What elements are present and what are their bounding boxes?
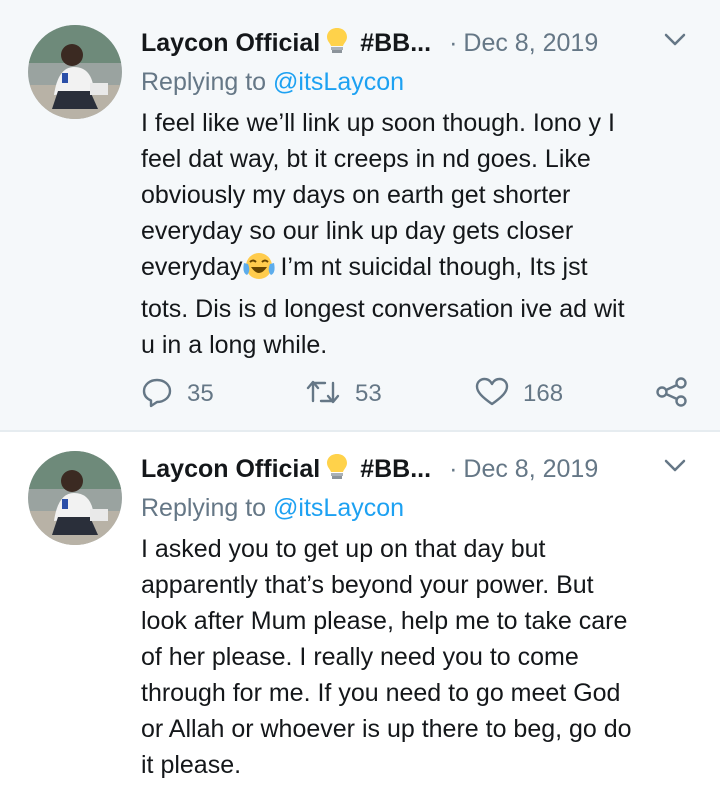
lightbulb-icon <box>326 27 348 60</box>
retweet-count: 53 <box>355 380 382 407</box>
reply-count: 35 <box>187 380 214 407</box>
tweet-text: I asked you to get up on that day but ap… <box>141 531 701 783</box>
like-count: 168 <box>523 380 564 407</box>
tweet-date[interactable]: Dec 8, 2019 <box>463 29 598 58</box>
chevron-down-icon[interactable] <box>663 458 687 479</box>
replying-prefix: Replying to <box>141 68 267 96</box>
share-button[interactable] <box>655 372 689 416</box>
tweet-text-line: it please. <box>141 751 242 779</box>
tweet[interactable]: Laycon Official #BB... · Dec 8, 2019 Rep… <box>0 432 720 798</box>
tweet-text-line: apparently that’s beyond your power. But <box>141 571 594 599</box>
reply-handle-link[interactable]: @itsLaycon <box>273 68 404 96</box>
tweet[interactable]: Laycon Official #BB... · Dec 8, 2019 Rep… <box>0 0 720 430</box>
retweet-button[interactable]: 53 <box>305 372 382 416</box>
tweet-text-line: or Allah or whoever is up there to beg, … <box>141 715 632 743</box>
tweet-text-line: I asked you to get up on that day but <box>141 535 546 563</box>
lightbulb-icon <box>326 453 348 486</box>
tweet-text-line: obviously my days on earth get shorter <box>141 181 571 209</box>
tweet-text-fragment: I’m nt suicidal though, Its jst <box>280 253 588 281</box>
replying-prefix: Replying to <box>141 494 267 522</box>
tweet-text: I feel like we’ll link up soon though. I… <box>141 105 701 363</box>
tweet-header: Laycon Official #BB... · Dec 8, 2019 <box>141 26 598 60</box>
tweet-text-line: through for me. If you need to go meet G… <box>141 679 621 707</box>
tweet-text-line: of her please. I really need you to come <box>141 643 579 671</box>
reply-icon <box>141 376 173 413</box>
retweet-icon <box>305 377 341 412</box>
tweet-actions: 35 53 168 <box>0 372 720 416</box>
separator: · <box>449 454 458 483</box>
tweet-date[interactable]: Dec 8, 2019 <box>463 455 598 484</box>
separator: · <box>449 28 458 57</box>
tweet-text-line: look after Mum please, help me to take c… <box>141 607 628 635</box>
tweet-text-line-with-emoji: everyday I’m nt suicidal though, Its jst <box>141 249 701 291</box>
name-tag: #BB... <box>360 28 432 57</box>
tweet-text-fragment: everyday <box>141 253 243 281</box>
tweet-text-line: feel dat way, bt it creeps in nd goes. L… <box>141 145 591 173</box>
name-tag: #BB... <box>360 454 432 483</box>
heart-icon <box>475 377 509 412</box>
chevron-down-icon[interactable] <box>663 32 687 53</box>
reply-button[interactable]: 35 <box>141 372 214 416</box>
tears-of-joy-emoji <box>242 251 276 291</box>
replying-to: Replying to @itsLaycon <box>141 494 404 523</box>
tweet-text-line: everyday so our link up day gets closer <box>141 217 574 245</box>
like-button[interactable]: 168 <box>475 372 563 416</box>
tweet-text-line: u in a long while. <box>141 331 328 359</box>
avatar[interactable] <box>28 451 122 545</box>
share-icon <box>655 376 689 413</box>
tweet-text-line: tots. Dis is d longest conversation ive … <box>141 295 625 323</box>
tweet-header: Laycon Official #BB... · Dec 8, 2019 <box>141 452 598 486</box>
tweet-text-line: I feel like we’ll link up soon though. I… <box>141 109 615 137</box>
avatar[interactable] <box>28 25 122 119</box>
author-name[interactable]: Laycon Official <box>141 455 320 484</box>
reply-handle-link[interactable]: @itsLaycon <box>273 494 404 522</box>
author-name[interactable]: Laycon Official <box>141 29 320 58</box>
replying-to: Replying to @itsLaycon <box>141 68 404 97</box>
